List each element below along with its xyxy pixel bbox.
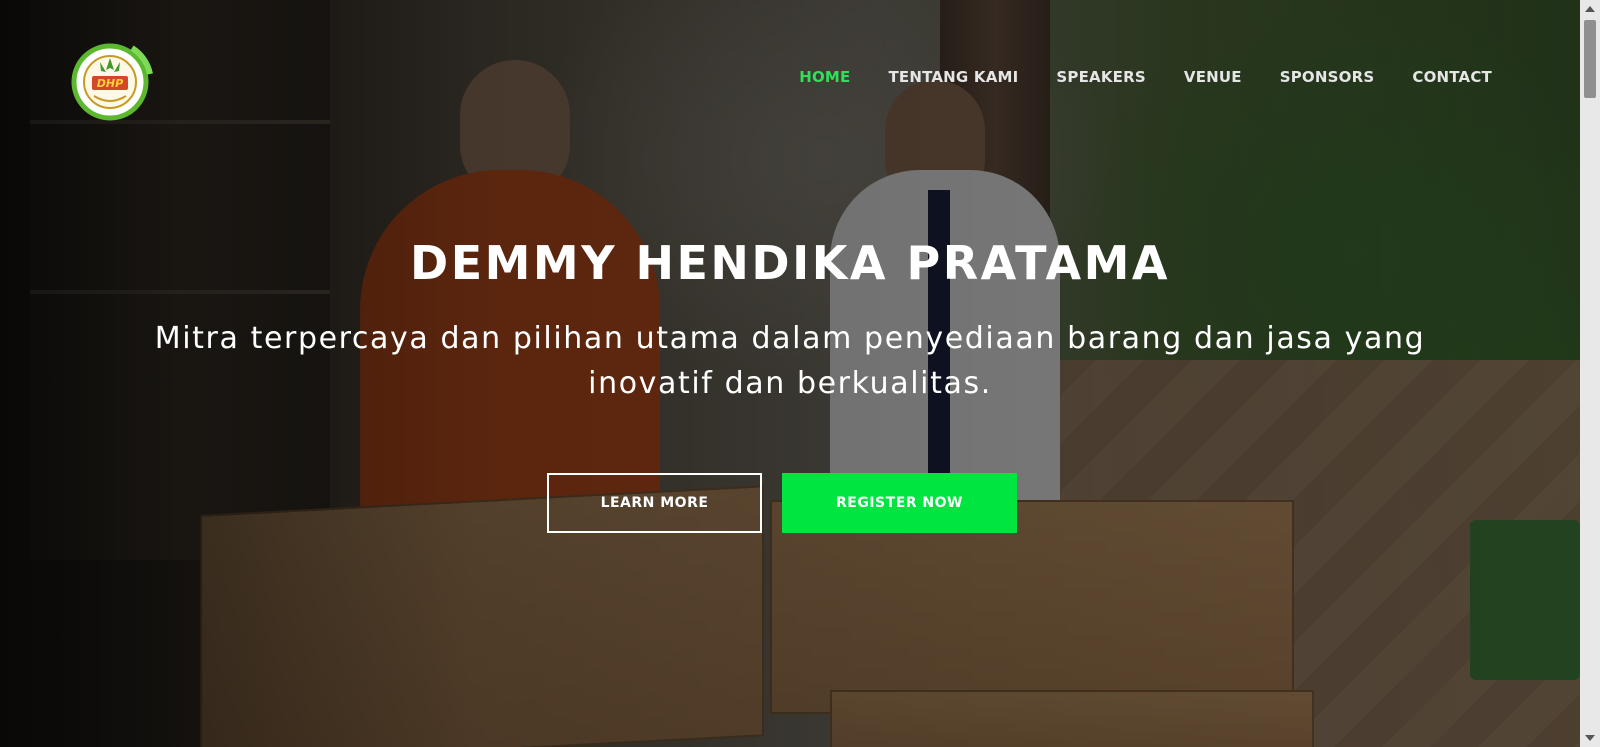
hero-title: DEMMY HENDIKA PRATAMA	[410, 236, 1170, 290]
nav-item-venue[interactable]: VENUE	[1184, 68, 1242, 86]
main-navigation: HOME TENTANG KAMI SPEAKERS VENUE SPONSOR…	[761, 68, 1492, 86]
page: DHP HOME TENTANG KAMI SPEAKERS VENUE SPO…	[0, 0, 1600, 747]
site-header: DHP HOME TENTANG KAMI SPEAKERS VENUE SPO…	[0, 0, 1580, 160]
logo-emblem-icon: DHP	[71, 43, 153, 121]
logo-text: DHP	[97, 77, 123, 90]
nav-item-contact[interactable]: CONTACT	[1412, 68, 1492, 86]
scrollbar-thumb[interactable]	[1584, 20, 1596, 98]
learn-more-button[interactable]: LEARN MORE	[547, 473, 762, 533]
vertical-scrollbar[interactable]	[1580, 0, 1600, 747]
nav-item-tentang-kami[interactable]: TENTANG KAMI	[888, 68, 1018, 86]
hero-subtitle: Mitra terpercaya dan pilihan utama dalam…	[154, 321, 1426, 401]
chevron-down-icon[interactable]	[1585, 735, 1595, 741]
nav-item-sponsors[interactable]: SPONSORS	[1280, 68, 1375, 86]
register-now-button[interactable]: REGISTER NOW	[782, 473, 1017, 533]
nav-item-speakers[interactable]: SPEAKERS	[1056, 68, 1145, 86]
chevron-up-icon[interactable]	[1585, 6, 1595, 12]
nav-item-home[interactable]: HOME	[799, 68, 850, 86]
site-logo[interactable]: DHP	[70, 40, 154, 124]
